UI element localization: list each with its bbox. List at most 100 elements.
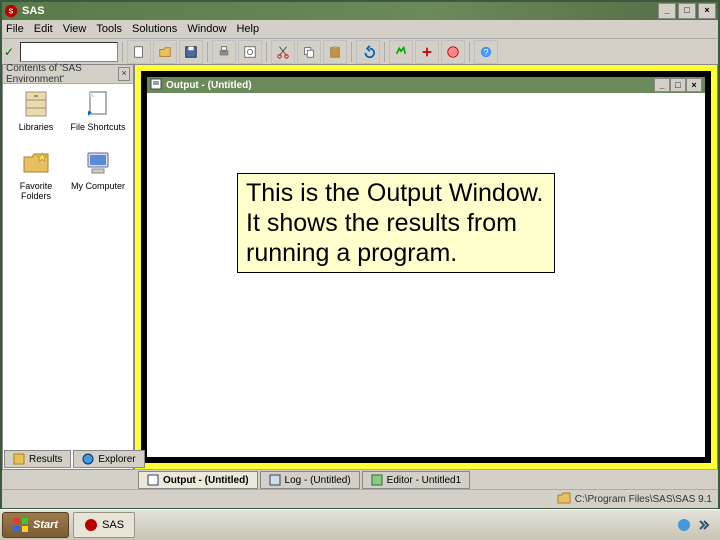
maximize-button[interactable]: □ bbox=[678, 3, 696, 19]
menu-solutions[interactable]: Solutions bbox=[132, 23, 177, 35]
log-tab-icon bbox=[269, 474, 281, 486]
computer-icon bbox=[82, 147, 114, 179]
system-tray bbox=[668, 513, 720, 537]
new-button[interactable] bbox=[127, 40, 151, 64]
explorer-header: Contents of 'SAS Environment' × bbox=[3, 65, 133, 84]
left-tab-label: Explorer bbox=[98, 454, 135, 465]
minimize-button[interactable]: _ bbox=[658, 3, 676, 19]
output-maximize-button[interactable]: □ bbox=[670, 78, 686, 92]
menu-tools[interactable]: Tools bbox=[96, 23, 122, 35]
sas-app-window: S SAS _ □ × File Edit View Tools Solutio… bbox=[0, 0, 720, 510]
menu-file[interactable]: File bbox=[6, 23, 24, 35]
submit-button[interactable] bbox=[389, 40, 413, 64]
explorer-item-favorite-folders[interactable]: Favorite Folders bbox=[7, 147, 65, 202]
sas-app-icon: S bbox=[4, 4, 18, 18]
command-box[interactable] bbox=[20, 42, 118, 62]
output-title-text: Output - (Untitled) bbox=[166, 80, 252, 91]
cabinet-icon bbox=[20, 88, 52, 120]
output-window[interactable]: Output - (Untitled) _ □ × This is the Ou… bbox=[147, 77, 705, 457]
toolbar: ✓ ? bbox=[2, 39, 718, 66]
explorer-close-icon[interactable]: × bbox=[118, 67, 130, 81]
cut-button[interactable] bbox=[271, 40, 295, 64]
tray-chevrons-icon[interactable] bbox=[696, 517, 712, 533]
desktop: S SAS _ □ × File Edit View Tools Solutio… bbox=[0, 0, 720, 540]
mdi-tab-label: Output - (Untitled) bbox=[163, 475, 249, 486]
explorer-item-label: My Computer bbox=[71, 181, 125, 191]
toolbar-separator bbox=[384, 42, 385, 62]
toolbar-separator bbox=[469, 42, 470, 62]
mdi-tab-output[interactable]: Output - (Untitled) bbox=[138, 471, 258, 489]
start-label: Start bbox=[33, 519, 58, 531]
file-shortcut-icon bbox=[82, 88, 114, 120]
left-tab-label: Results bbox=[29, 454, 62, 465]
output-body: This is the Output Window. It shows the … bbox=[147, 93, 705, 457]
folder-star-icon bbox=[20, 147, 52, 179]
title-bar: S SAS _ □ × bbox=[2, 2, 718, 20]
menu-bar: File Edit View Tools Solutions Window He… bbox=[2, 20, 718, 39]
explorer-item-libraries[interactable]: Libraries bbox=[7, 88, 65, 143]
work-area: Contents of 'SAS Environment' × Librarie… bbox=[2, 64, 718, 470]
menu-edit[interactable]: Edit bbox=[34, 23, 53, 35]
close-button[interactable]: × bbox=[698, 3, 716, 19]
callout-text: This is the Output Window. It shows the … bbox=[246, 179, 543, 267]
paste-button[interactable] bbox=[323, 40, 347, 64]
toolbar-separator bbox=[207, 42, 208, 62]
output-close-button[interactable]: × bbox=[686, 78, 702, 92]
menu-help[interactable]: Help bbox=[236, 23, 259, 35]
window-controls: _ □ × bbox=[658, 3, 716, 19]
explorer-icon bbox=[82, 453, 94, 465]
preview-button[interactable] bbox=[238, 40, 262, 64]
menu-window[interactable]: Window bbox=[187, 23, 226, 35]
explorer-item-label: Libraries bbox=[19, 122, 54, 132]
open-button[interactable] bbox=[153, 40, 177, 64]
app-title: SAS bbox=[22, 5, 45, 17]
checkmark-icon: ✓ bbox=[4, 45, 18, 59]
callout-box: This is the Output Window. It shows the … bbox=[237, 173, 555, 273]
taskbar-item-label: SAS bbox=[102, 519, 124, 531]
status-path: C:\Program Files\SAS\SAS 9.1 bbox=[575, 494, 712, 505]
undo-button[interactable] bbox=[356, 40, 380, 64]
taskbar-item-sas[interactable]: SAS bbox=[73, 512, 135, 538]
explorer-body: Libraries File Shortcuts Favorite Folder… bbox=[3, 84, 133, 469]
output-minimize-button[interactable]: _ bbox=[654, 78, 670, 92]
mdi-tab-editor[interactable]: Editor - Untitled1 bbox=[362, 471, 470, 489]
mdi-area: Output - (Untitled) _ □ × This is the Ou… bbox=[134, 64, 718, 470]
explorer-item-label: Favorite Folders bbox=[7, 181, 65, 201]
windows-flag-icon bbox=[13, 517, 29, 533]
start-button[interactable]: Start bbox=[2, 512, 69, 538]
menu-view[interactable]: View bbox=[63, 23, 87, 35]
toolbar-separator bbox=[122, 42, 123, 62]
left-tab-explorer[interactable]: Explorer bbox=[73, 450, 144, 468]
explorer-item-label: File Shortcuts bbox=[70, 122, 125, 132]
sas-taskbar-icon bbox=[84, 518, 98, 532]
editor-tab-icon bbox=[371, 474, 383, 486]
print-button[interactable] bbox=[212, 40, 236, 64]
output-tab-icon bbox=[147, 474, 159, 486]
svg-text:?: ? bbox=[484, 48, 489, 58]
mdi-tab-label: Editor - Untitled1 bbox=[387, 475, 461, 486]
status-bar: C:\Program Files\SAS\SAS 9.1 bbox=[2, 489, 718, 508]
folder-icon bbox=[557, 492, 571, 507]
save-button[interactable] bbox=[179, 40, 203, 64]
explorer-header-text: Contents of 'SAS Environment' bbox=[6, 63, 118, 85]
mdi-tab-log[interactable]: Log - (Untitled) bbox=[260, 471, 360, 489]
explorer-item-file-shortcuts[interactable]: File Shortcuts bbox=[69, 88, 127, 143]
taskbar: Start SAS bbox=[0, 509, 720, 540]
left-tab-results[interactable]: Results bbox=[4, 450, 71, 468]
break-button[interactable] bbox=[441, 40, 465, 64]
left-tabstrip: Results Explorer bbox=[4, 450, 145, 468]
output-title-bar[interactable]: Output - (Untitled) _ □ × bbox=[147, 77, 705, 93]
explorer-item-my-computer[interactable]: My Computer bbox=[69, 147, 127, 202]
output-window-icon bbox=[150, 78, 162, 93]
svg-text:S: S bbox=[9, 9, 14, 16]
clear-button[interactable] bbox=[415, 40, 439, 64]
tray-icon[interactable] bbox=[676, 517, 692, 533]
highlight-frame: Output - (Untitled) _ □ × This is the Ou… bbox=[135, 65, 717, 469]
mdi-tab-label: Log - (Untitled) bbox=[285, 475, 351, 486]
toolbar-separator bbox=[266, 42, 267, 62]
results-icon bbox=[13, 453, 25, 465]
help-button[interactable]: ? bbox=[474, 40, 498, 64]
toolbar-separator bbox=[351, 42, 352, 62]
copy-button[interactable] bbox=[297, 40, 321, 64]
mdi-tabstrip: Output - (Untitled) Log - (Untitled) Edi… bbox=[134, 469, 718, 490]
